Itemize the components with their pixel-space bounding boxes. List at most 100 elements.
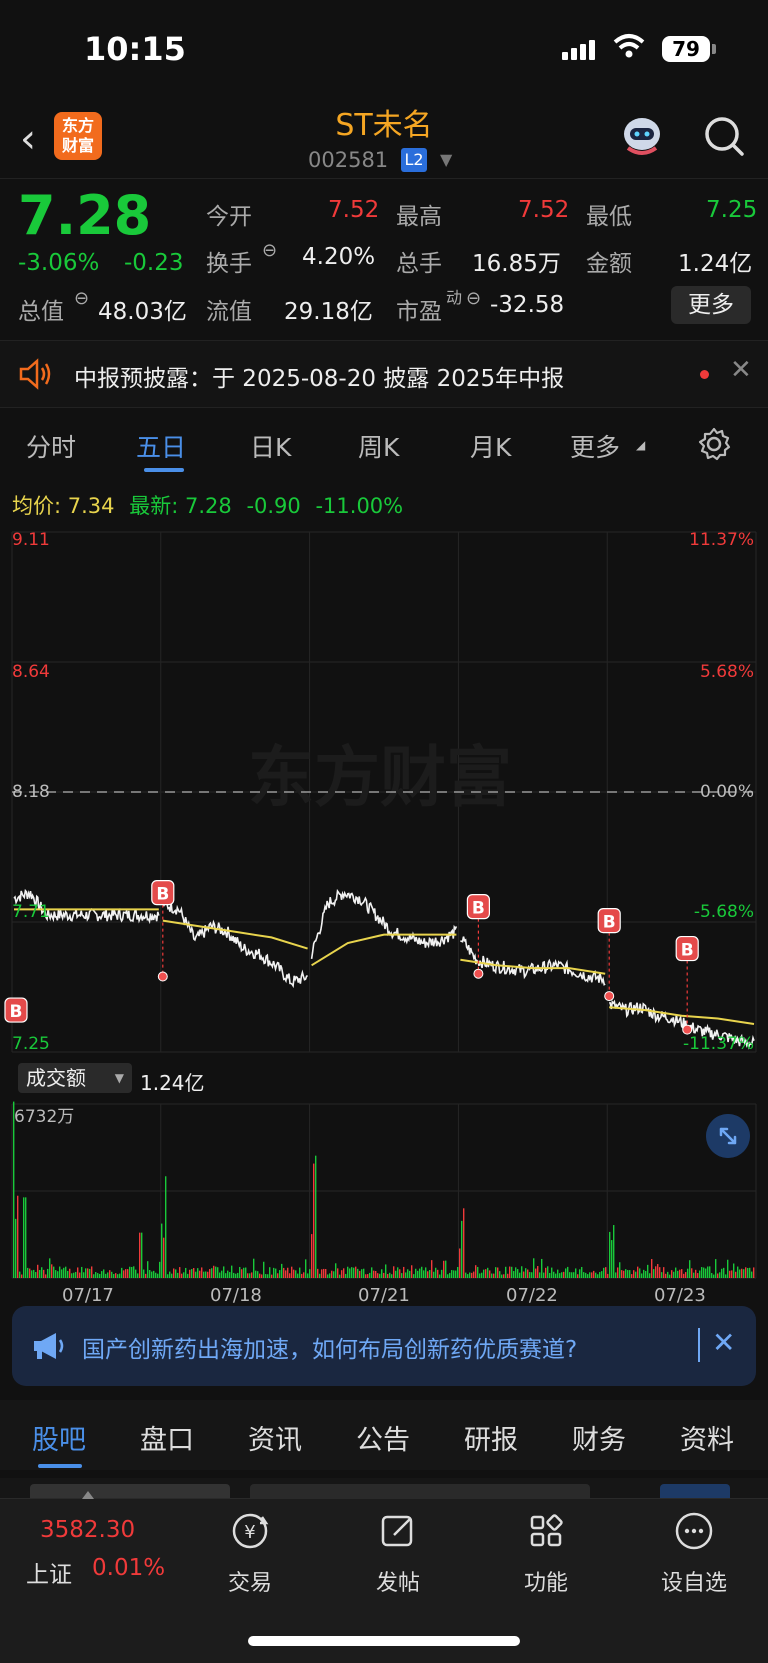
volume-bar [269,1267,271,1278]
volume-bar [739,1269,741,1278]
tab-profile[interactable]: 资料 [680,1418,734,1457]
volume-chart [11,1101,757,1279]
buy-markers: B B B B B [4,880,699,1035]
volume-bar [79,1272,81,1278]
volume-bar [539,1272,541,1278]
index-toggle-icon[interactable] [82,1491,94,1499]
close-icon[interactable]: ✕ [712,1326,735,1359]
price-chart[interactable]: 东方财富 B B B B B [0,525,768,1065]
volume-bar [473,1271,475,1278]
status-bar: 10:15 79 [0,0,768,100]
tab-monthly-k[interactable]: 月K [470,428,511,464]
volume-bar [413,1274,415,1278]
volume-bar [567,1266,569,1278]
post-button[interactable]: 发帖 [348,1509,448,1597]
volume-bar [111,1271,113,1278]
volume-bar [441,1269,443,1278]
volume-bar [693,1272,695,1278]
tab-news[interactable]: 资讯 [248,1418,302,1457]
volume-bar [483,1269,485,1278]
market-cap-value: 48.03亿 [98,299,187,325]
trade-button[interactable]: ¥ 交易 [200,1509,300,1597]
robot-assistant-icon[interactable] [618,112,666,160]
tab-announcements[interactable]: 公告 [356,1418,410,1457]
volume-bar [47,1268,49,1278]
volume-bar [57,1271,59,1278]
tab-research[interactable]: 研报 [464,1418,518,1457]
close-icon[interactable]: ✕ [730,355,752,385]
latest-pct: -11.00% [315,494,404,518]
search-icon[interactable] [700,112,748,160]
volume-bar [453,1270,455,1278]
volume-bar [625,1269,627,1278]
volume-bar [435,1267,437,1278]
volume-bar [217,1267,219,1278]
volume-bar [85,1268,87,1278]
info-icon[interactable]: ⊖ [74,288,89,309]
index-name[interactable]: 上证 [26,1555,72,1589]
volume-value: 16.85万 [472,251,561,277]
volume-selector[interactable]: ▼ 成交额 [18,1063,132,1093]
news-banner[interactable]: 国产创新药出海加速，如何布局创新药优质赛道? ✕ [12,1306,756,1386]
tab-finance[interactable]: 财务 [572,1418,626,1457]
y-tick-label: 7.25 [12,1034,50,1054]
volume-bar [271,1274,273,1278]
volume-bar [381,1269,383,1278]
volume-bar [239,1266,241,1278]
volume-bar [289,1273,291,1278]
index-pct[interactable]: 0.01% [92,1555,165,1581]
volume-bar [145,1273,147,1278]
tab-guba[interactable]: 股吧 [32,1418,86,1457]
volume-bar [227,1270,229,1278]
l2-badge[interactable]: L2 [401,148,427,172]
volume-bar [547,1266,549,1278]
volume-bar [633,1270,635,1278]
info-icon[interactable]: ⊖ [262,240,277,261]
volume-bar [333,1271,335,1278]
volume-bar [389,1272,391,1278]
more-triangle-icon: ◢ [636,438,646,452]
tab-five-day[interactable]: 五日 [136,428,186,464]
stock-code[interactable]: 002581 [308,148,388,172]
volume-bar [37,1264,39,1278]
chevron-down-icon: ▼ [114,1071,124,1085]
volume-bar [167,1274,169,1278]
watchlist-button[interactable]: 设自选 [644,1509,744,1597]
expand-icon[interactable] [706,1114,750,1158]
tab-handicap[interactable]: 盘口 [140,1418,194,1457]
volume-bar [463,1208,465,1278]
volume-bar [395,1270,397,1278]
volume-bar [643,1269,645,1278]
volume-bar [245,1267,247,1278]
buy-marker-dot [682,1024,693,1035]
volume-bar [77,1267,79,1278]
volume-bar [429,1270,431,1278]
index-value[interactable]: 3582.30 [40,1517,135,1543]
chevron-down-icon[interactable]: ▼ [440,150,452,169]
volume-bar [139,1232,141,1278]
tab-more[interactable]: 更多 [570,428,620,464]
buy-marker-label: B [681,941,694,961]
volume-bar [225,1273,227,1278]
tab-daily-k[interactable]: 日K [250,428,291,464]
tab-intraday[interactable]: 分时 [26,428,76,464]
volume-bar [717,1273,719,1278]
volume-bar [575,1268,577,1278]
volume-bar [235,1273,237,1278]
volume-bar [365,1274,367,1278]
volume-bar [97,1273,99,1278]
volume-bar [519,1272,521,1278]
watchlist-label: 设自选 [660,1571,727,1596]
volume-bar [671,1270,673,1278]
volume-bar [705,1268,707,1278]
notice-bar[interactable]: 中报预披露：于 2025-08-20 披露 2025年中报 ✕ [0,340,768,408]
volume-bar [13,1101,15,1278]
more-button[interactable]: 更多 [671,286,751,324]
volume-bar [511,1266,513,1278]
volume-bar [477,1266,479,1278]
gear-icon[interactable] [696,426,732,462]
volume-bar [161,1223,163,1278]
functions-button[interactable]: 功能 [496,1509,596,1597]
tab-weekly-k[interactable]: 周K [358,428,399,464]
info-icon[interactable]: ⊖ [466,288,481,309]
